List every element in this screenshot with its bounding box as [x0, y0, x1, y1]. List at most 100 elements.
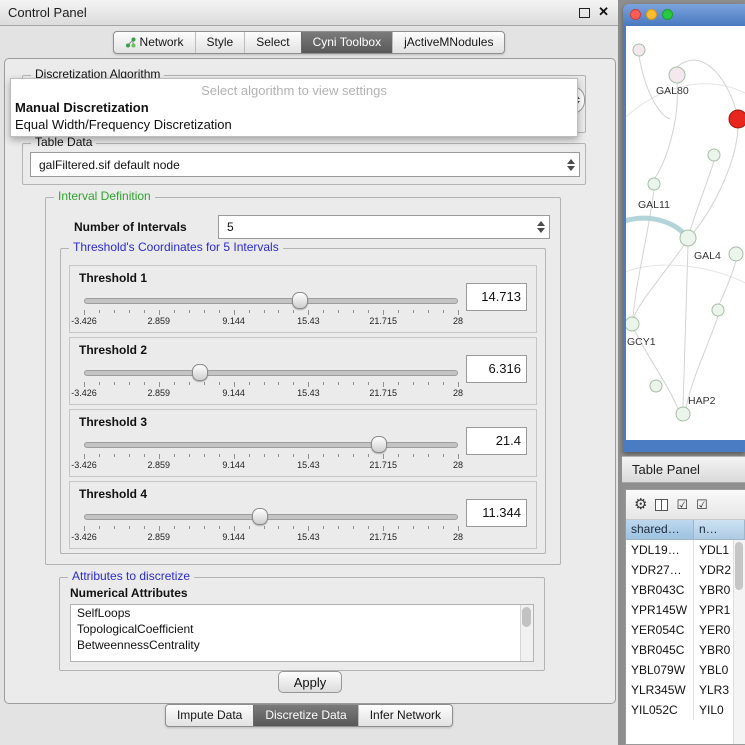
network-node[interactable] [729, 247, 743, 261]
attribute-list-item[interactable]: SelfLoops [71, 605, 533, 621]
minimize-traffic-light[interactable] [646, 9, 657, 20]
threshold-slider[interactable] [84, 364, 458, 380]
network-node[interactable] [648, 178, 660, 190]
table-scrollbar[interactable] [733, 540, 745, 744]
tab-cyni-toolbox[interactable]: Cyni Toolbox [301, 32, 392, 53]
tab-style[interactable]: Style [195, 32, 245, 53]
tab-label: Infer Network [370, 708, 441, 723]
number-of-intervals-combo[interactable]: 5 [218, 215, 550, 239]
control-panel-titlebar: Control Panel ✕ [0, 0, 618, 26]
table-row[interactable]: YER054CYER0 [626, 620, 745, 640]
table-row[interactable]: YBR043CYBR0 [626, 580, 745, 600]
list-scrollbar[interactable] [520, 605, 533, 661]
table-toolbar: ⚙ ☑ ☑ [626, 490, 745, 520]
table-row[interactable]: YBL079WYBL0 [626, 660, 745, 680]
algorithm-option[interactable]: Equal Width/Frequency Discretization [11, 116, 577, 133]
numerical-attributes-label: Numerical Attributes [70, 586, 188, 600]
network-node-label: GCY1 [627, 336, 656, 348]
slider-thumb[interactable] [192, 364, 208, 381]
threshold-label: Threshold 2 [79, 343, 147, 357]
tick-label: 9.144 [222, 316, 245, 326]
network-node[interactable] [729, 110, 745, 128]
gear-icon[interactable]: ⚙ [634, 497, 647, 512]
close-traffic-light[interactable] [630, 9, 641, 20]
tab-jactivemodules[interactable]: jActiveMNodules [392, 32, 504, 53]
tab-select[interactable]: Select [244, 32, 300, 53]
table-row[interactable]: YPR145WYPR1 [626, 600, 745, 620]
threshold-value-field[interactable]: 14.713 [466, 283, 527, 311]
panel-title: Control Panel [8, 5, 87, 20]
tab-label: Network [140, 35, 184, 50]
tick-label: 2.859 [148, 316, 171, 326]
threshold-slider[interactable] [84, 292, 458, 308]
list-scrollbar-thumb[interactable] [522, 607, 531, 627]
table-row[interactable]: YDR27…YDR2 [626, 560, 745, 580]
tab-infer-network[interactable]: Infer Network [358, 705, 452, 726]
network-node[interactable] [712, 304, 724, 316]
tab-discretize-data[interactable]: Discretize Data [253, 705, 357, 726]
network-node[interactable] [633, 44, 645, 56]
threshold-1-block: Threshold 1 -3.4262.8599.14415.4321.7152… [69, 265, 537, 333]
table-cell: YBL079W [626, 660, 694, 680]
slider-track[interactable] [84, 298, 458, 304]
table-scrollbar-thumb[interactable] [735, 542, 743, 590]
threshold-value-field[interactable]: 6.316 [466, 355, 527, 383]
network-node[interactable] [708, 149, 720, 161]
column-header-name[interactable]: n… [694, 520, 745, 540]
threshold-2-block: Threshold 2 -3.4262.8599.14415.4321.7152… [69, 337, 537, 405]
columns-icon[interactable] [655, 499, 668, 511]
column-header-shared-name[interactable]: shared… [626, 520, 694, 540]
float-window-icon[interactable] [579, 8, 590, 18]
threshold-label: Threshold 1 [79, 271, 147, 285]
network-canvas[interactable]: GAL80GAL11GAL4GCY1HAP2 [626, 26, 745, 440]
slider-tick-labels: -3.4262.8599.14415.4321.71528 [84, 388, 458, 399]
table-row[interactable]: YLR345WYLR3 [626, 680, 745, 700]
interval-definition-group: Interval Definition Number of Intervals … [45, 197, 561, 565]
network-node[interactable] [680, 230, 696, 246]
slider-track[interactable] [84, 370, 458, 376]
tick-label: 21.715 [369, 460, 397, 470]
numerical-attributes-list[interactable]: SelfLoopsTopologicalCoefficientBetweenne… [70, 604, 534, 662]
tick-label: 28 [453, 388, 463, 398]
close-icon[interactable]: ✕ [598, 4, 609, 20]
apply-button[interactable]: Apply [278, 671, 342, 693]
slider-thumb[interactable] [252, 508, 268, 525]
tick-label: 28 [453, 316, 463, 326]
slider-thumb[interactable] [292, 292, 308, 309]
threshold-slider[interactable] [84, 508, 458, 524]
attribute-list-item[interactable]: BetweennessCentrality [71, 637, 533, 653]
network-window-titlebar[interactable] [623, 4, 745, 26]
tick-label: 21.715 [369, 316, 397, 326]
network-tab-icon [125, 37, 136, 48]
table-data-combo[interactable]: galFiltered.sif default node [30, 152, 580, 177]
slider-track[interactable] [84, 514, 458, 520]
network-node-label: GAL11 [638, 199, 670, 211]
zoom-traffic-light[interactable] [662, 9, 673, 20]
table-row[interactable]: YIL052CYIL0 [626, 700, 745, 720]
network-node[interactable] [676, 407, 690, 421]
table-row[interactable]: YDL19…YDL1 [626, 540, 745, 560]
cyni-toolbox-panel: Discretization Algorithm Table Data galF… [4, 58, 616, 704]
thresholds-legend: Threshold's Coordinates for 5 Intervals [69, 240, 283, 254]
attribute-list-item[interactable]: TopologicalCoefficient [71, 621, 533, 637]
checkbox-icon[interactable]: ☑ [676, 498, 688, 511]
table-cell: YLR345W [626, 680, 694, 700]
network-node[interactable] [650, 380, 662, 392]
tab-network[interactable]: Network [114, 32, 195, 53]
checkbox-icon[interactable]: ☑ [696, 498, 708, 511]
tab-impute-data[interactable]: Impute Data [166, 705, 253, 726]
threshold-label: Threshold 3 [79, 415, 147, 429]
table-row[interactable]: YBR045CYBR0 [626, 640, 745, 660]
table-cell: YIL052C [626, 700, 694, 720]
algorithm-popup-options: Manual DiscretizationEqual Width/Frequen… [11, 99, 577, 133]
network-node[interactable] [626, 317, 639, 331]
threshold-value-field[interactable]: 11.344 [466, 499, 527, 527]
threshold-value-field[interactable]: 21.4 [466, 427, 527, 455]
table-panel-title: Table Panel [632, 462, 700, 477]
slider-track[interactable] [84, 442, 458, 448]
network-node-label: GAL80 [656, 85, 689, 97]
threshold-slider[interactable] [84, 436, 458, 452]
algorithm-option[interactable]: Manual Discretization [11, 99, 577, 116]
network-node[interactable] [669, 67, 685, 83]
slider-thumb[interactable] [371, 436, 387, 453]
